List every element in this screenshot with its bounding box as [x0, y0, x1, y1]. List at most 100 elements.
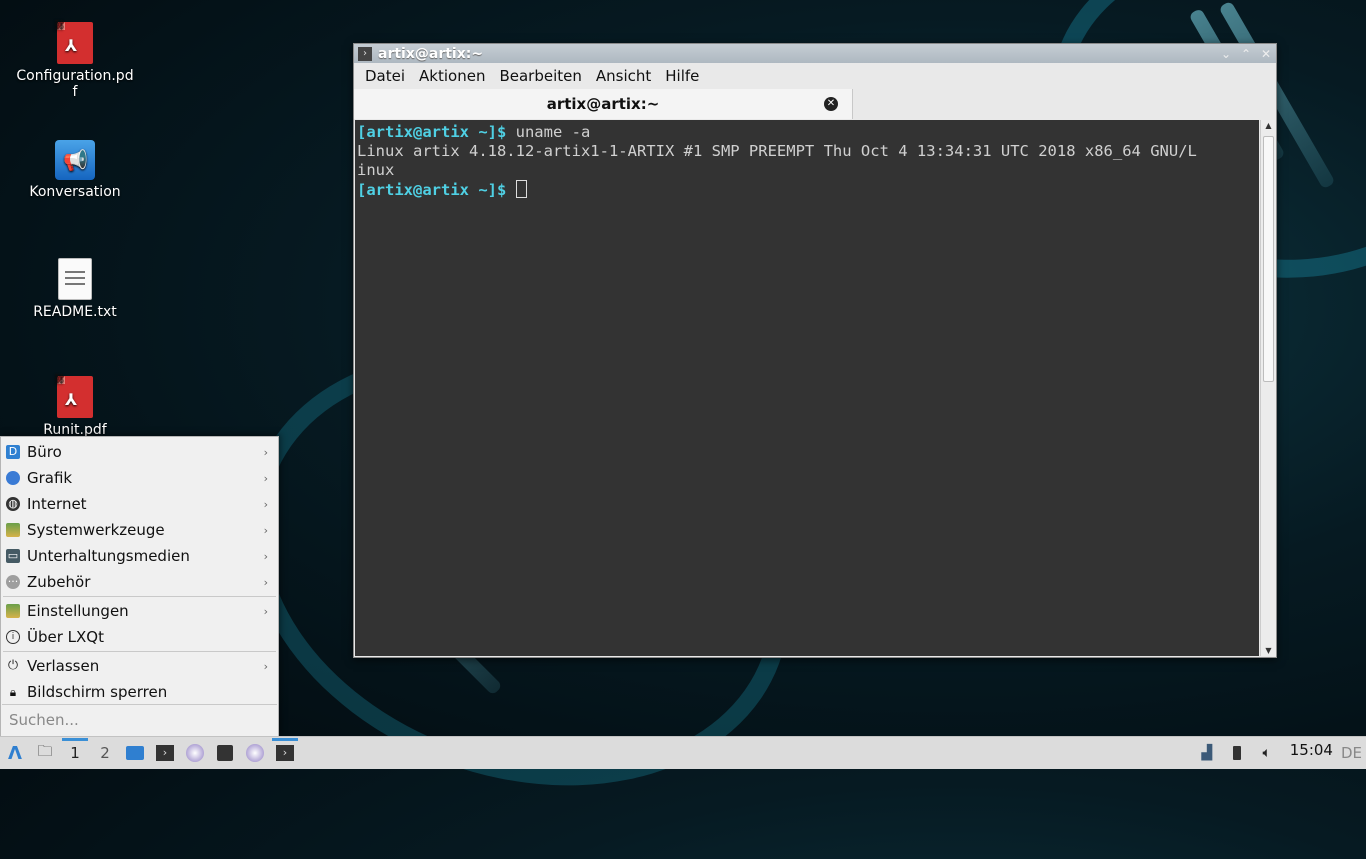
scrollbar-thumb[interactable]	[1263, 136, 1274, 382]
removable-media-tray-button[interactable]	[1222, 738, 1252, 768]
terminal-prompt: [artix@artix ~]$	[357, 181, 507, 199]
chevron-right-icon: ›	[263, 471, 268, 485]
menu-separator	[3, 651, 276, 652]
chevron-right-icon: ›	[263, 549, 268, 563]
chevron-right-icon: ›	[263, 604, 268, 618]
browser-icon	[186, 744, 204, 762]
tab-bar: artix@artix:~ ✕	[354, 89, 1276, 119]
konversation-icon: 📢	[55, 140, 95, 180]
menu-item-label: Systemwerkzeuge	[27, 521, 165, 539]
menu-item-ueber-lxqt[interactable]: i Über LXQt	[1, 624, 278, 650]
show-desktop-button[interactable]: 🗀	[30, 738, 60, 768]
menu-item-label: Zubehör	[27, 573, 91, 591]
quicklaunch-terminal[interactable]: ›	[150, 738, 180, 768]
menu-item-label: Bildschirm sperren	[27, 683, 168, 701]
menu-item-einstellungen[interactable]: Einstellungen ›	[1, 598, 278, 624]
quicklaunch-browser-2[interactable]	[240, 738, 270, 768]
system-tray: ▟ 🔈︎ 15:04 DE	[1192, 737, 1366, 769]
taskbar: Ʌ 🗀 1 2 › › ▟ 🔈︎ 15:04 DE	[0, 736, 1366, 769]
scroll-down-arrow-icon[interactable]: ▼	[1261, 646, 1276, 655]
menu-item-buero[interactable]: D Büro ›	[1, 439, 278, 465]
close-window-button[interactable]: ✕	[1256, 47, 1276, 61]
settings-icon	[6, 604, 20, 618]
folder-icon: 🗀	[37, 741, 53, 760]
minimize-button[interactable]: ⌄	[1216, 47, 1236, 61]
lxqt-logo-icon: Ʌ	[8, 742, 22, 764]
menu-item-verlassen[interactable]: ⏻ Verlassen ›	[1, 653, 278, 679]
terminal-icon: ›	[156, 745, 174, 761]
menu-item-label: Über LXQt	[27, 628, 104, 646]
menubar: Datei Aktionen Bearbeiten Ansicht Hilfe	[354, 63, 1276, 89]
usb-drive-icon	[1232, 746, 1241, 760]
multimedia-icon: ▭	[6, 549, 20, 563]
volume-tray-button[interactable]: 🔈︎	[1252, 738, 1282, 768]
maximize-button[interactable]: ⌃	[1236, 47, 1256, 61]
window-titlebar[interactable]: › artix@artix:~ ⌄ ⌃ ✕	[354, 44, 1276, 63]
terminal-prompt: [artix@artix ~]$	[357, 123, 507, 141]
menu-item-internet[interactable]: ◍ Internet ›	[1, 491, 278, 517]
start-menu: D Büro › Grafik › ◍ Internet › Systemwer…	[0, 436, 279, 737]
desktop-icon-configuration-pdf[interactable]: ⛓ ⅄ Configuration.pdf	[15, 20, 135, 100]
clock[interactable]: 15:04	[1282, 741, 1341, 759]
menu-hilfe[interactable]: Hilfe	[658, 67, 706, 85]
menu-item-zubehoer[interactable]: ··· Zubehör ›	[1, 569, 278, 595]
terminal-app-icon: ›	[358, 46, 372, 61]
pdf-file-icon: ⛓ ⅄	[53, 20, 93, 64]
network-tray-button[interactable]: ▟	[1192, 738, 1222, 768]
menu-item-label: Verlassen	[27, 657, 100, 675]
text-file-icon	[58, 258, 92, 300]
desktop-icon-readme-txt[interactable]: README.txt	[15, 258, 135, 320]
system-tools-icon	[6, 523, 20, 537]
globe-icon: ◍	[6, 497, 20, 511]
accessories-icon: ···	[6, 575, 20, 589]
desktop-icon-label: Konversation	[29, 184, 121, 200]
task-button-terminal[interactable]: ›	[270, 738, 300, 768]
desktop-icon-label: README.txt	[33, 304, 117, 320]
desktop-switch-2[interactable]: 2	[90, 738, 120, 768]
menu-aktionen[interactable]: Aktionen	[412, 67, 492, 85]
scroll-up-arrow-icon[interactable]: ▲	[1261, 121, 1276, 130]
keyboard-layout-indicator[interactable]: DE	[1341, 744, 1366, 762]
chevron-right-icon: ›	[263, 497, 268, 511]
menu-search-input[interactable]: Suchen...	[2, 704, 277, 735]
terminal-output[interactable]: [artix@artix ~]$ uname -a Linux artix 4.…	[355, 120, 1259, 656]
terminal-tab[interactable]: artix@artix:~ ✕	[354, 89, 853, 119]
menu-item-label: Internet	[27, 495, 87, 513]
desktop-icon-runit-pdf[interactable]: ⛓ ⅄ Runit.pdf	[15, 374, 135, 438]
desktop-switch-1[interactable]: 1	[60, 738, 90, 768]
file-manager-icon	[126, 746, 144, 760]
menu-item-bildschirm-sperren[interactable]: 🔒︎ Bildschirm sperren	[1, 679, 278, 705]
chevron-right-icon: ›	[263, 575, 268, 589]
menu-item-unterhaltungsmedien[interactable]: ▭ Unterhaltungsmedien ›	[1, 543, 278, 569]
graphics-icon	[6, 471, 20, 485]
browser-icon	[246, 744, 264, 762]
menu-item-systemwerkzeuge[interactable]: Systemwerkzeuge ›	[1, 517, 278, 543]
speaker-icon: 🔈︎	[1262, 745, 1271, 761]
tab-label: artix@artix:~	[546, 95, 660, 113]
menu-separator	[3, 596, 276, 597]
monitor-icon	[217, 745, 233, 761]
quicklaunch-browser[interactable]	[180, 738, 210, 768]
menu-item-label: Einstellungen	[27, 602, 129, 620]
vertical-scrollbar[interactable]: ▲ ▼	[1260, 120, 1276, 656]
close-tab-icon[interactable]: ✕	[824, 97, 838, 111]
office-icon: D	[6, 445, 20, 459]
network-icon: ▟	[1201, 745, 1213, 761]
menu-ansicht[interactable]: Ansicht	[589, 67, 658, 85]
menu-item-label: Unterhaltungsmedien	[27, 547, 190, 565]
menu-item-grafik[interactable]: Grafik ›	[1, 465, 278, 491]
info-icon: i	[6, 630, 20, 644]
terminal-cursor	[515, 180, 527, 198]
quicklaunch-file-manager[interactable]	[120, 738, 150, 768]
application-menu-button[interactable]: Ʌ	[0, 738, 30, 768]
power-icon: ⏻	[7, 658, 19, 673]
pdf-file-icon: ⛓ ⅄	[53, 374, 93, 418]
chevron-right-icon: ›	[263, 659, 268, 673]
menu-datei[interactable]: Datei	[358, 67, 412, 85]
terminal-command: uname -a	[506, 123, 591, 141]
desktop-icon-konversation[interactable]: 📢 Konversation	[15, 140, 135, 200]
menu-bearbeiten[interactable]: Bearbeiten	[492, 67, 588, 85]
quicklaunch-system-monitor[interactable]	[210, 738, 240, 768]
terminal-window[interactable]: › artix@artix:~ ⌄ ⌃ ✕ Datei Aktionen Bea…	[353, 43, 1277, 658]
desktop-icon-label: Configuration.pdf	[16, 68, 134, 100]
